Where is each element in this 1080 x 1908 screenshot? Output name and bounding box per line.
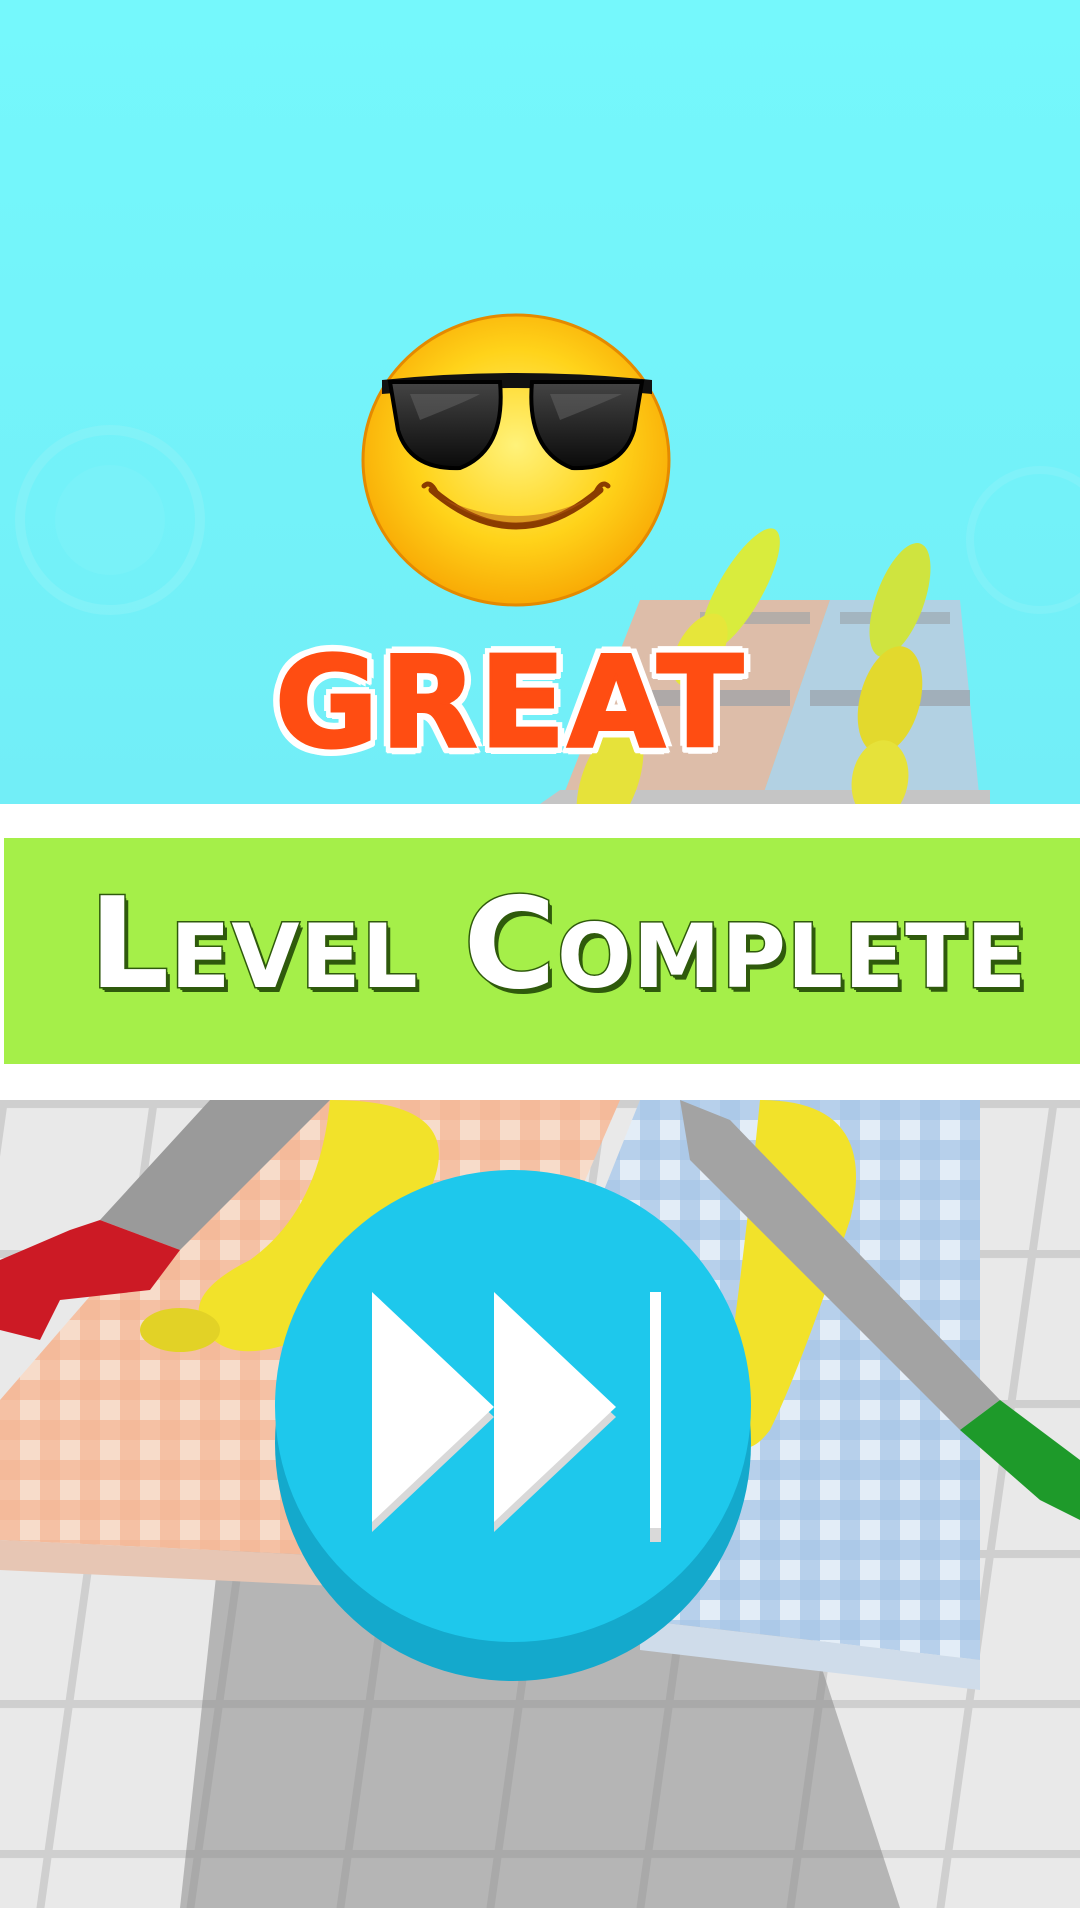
level-complete-text: Level Complete: [87, 868, 1028, 1018]
game-screen: GREAT Level Complete: [0, 0, 1080, 1908]
great-rating-text: GREAT: [273, 629, 746, 776]
sunglasses-smiley-icon: [360, 310, 672, 608]
next-level-button[interactable]: [272, 1168, 754, 1686]
level-complete-banner: Level Complete: [0, 804, 1080, 1100]
level-complete-banner-fill: Level Complete: [4, 838, 1080, 1064]
